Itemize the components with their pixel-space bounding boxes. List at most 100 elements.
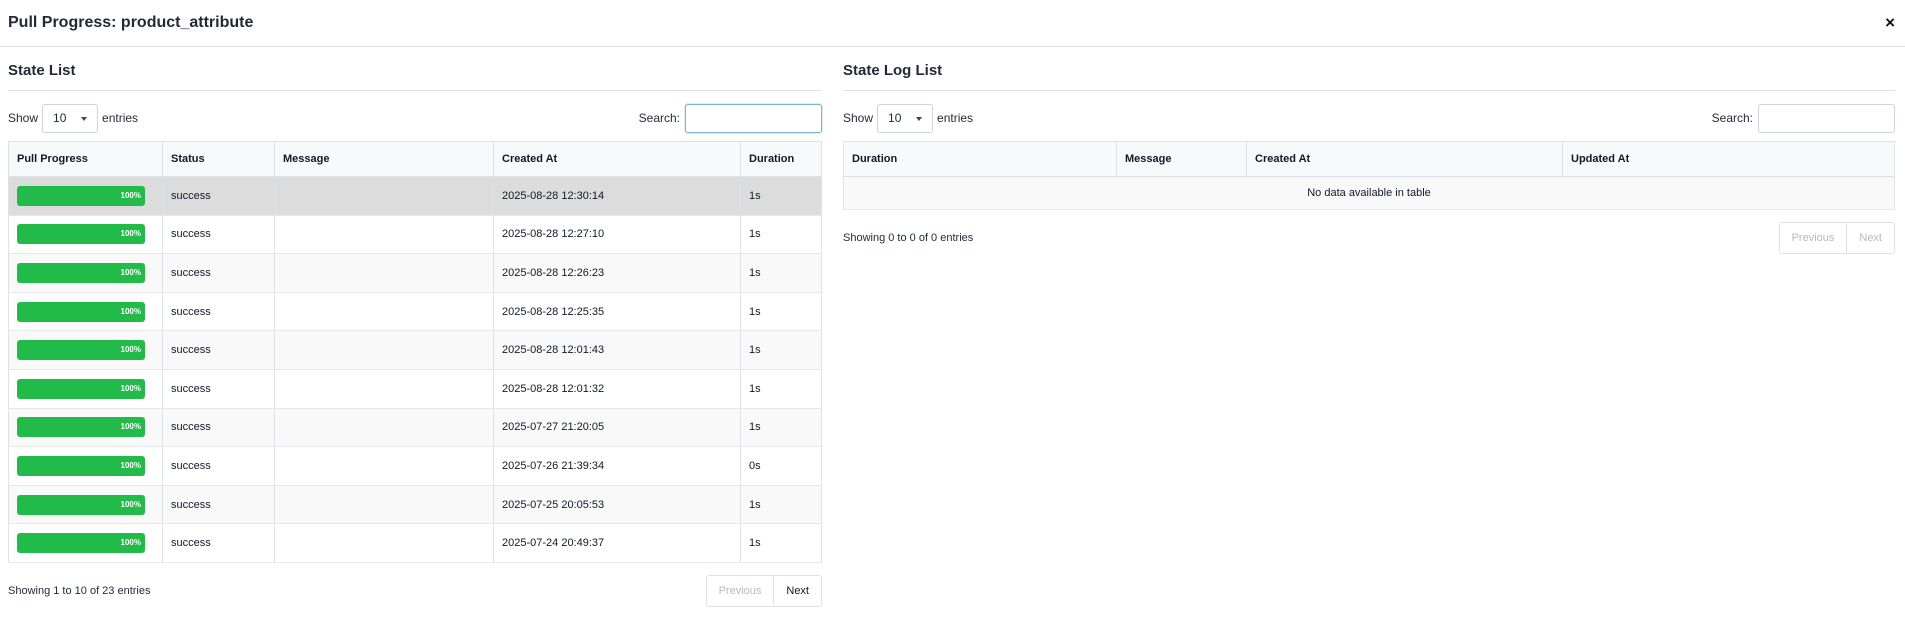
- table-row: No data available in table: [843, 176, 1895, 210]
- created-at-cell: 2025-08-28 12:01:43: [493, 330, 741, 370]
- message-cell: [274, 215, 494, 255]
- progress-bar-fill: 100%: [17, 262, 145, 283]
- duration-cell: 1s: [740, 330, 822, 370]
- divider: [8, 90, 822, 91]
- progress-bar-fill: 100%: [17, 494, 145, 515]
- previous-button[interactable]: Previous: [707, 576, 774, 606]
- status-cell: success: [162, 176, 275, 216]
- pull-progress-cell: 100%: [8, 369, 163, 409]
- next-button[interactable]: Next: [1846, 223, 1894, 253]
- state-log-list-title: State Log List: [843, 62, 943, 79]
- status-cell: success: [162, 292, 275, 332]
- state-list-panel: State List Show 10 entries Search: Pull …: [8, 47, 822, 607]
- pull-progress-cell: 100%: [8, 292, 163, 332]
- pagination: Previous Next: [1778, 222, 1895, 254]
- pull-progress-cell: 100%: [8, 330, 163, 370]
- status-cell: success: [162, 446, 275, 486]
- progress-bar: 100%: [17, 185, 145, 206]
- pull-progress-cell: 100%: [8, 215, 163, 255]
- entries-label: entries: [102, 111, 139, 125]
- column-header-updated-at[interactable]: Updated At: [1562, 141, 1895, 177]
- duration-cell: 1s: [740, 253, 822, 293]
- previous-button[interactable]: Previous: [1780, 223, 1847, 253]
- progress-bar-fill: 100%: [17, 417, 145, 438]
- state-list-table: Pull Progress Status Message Created At …: [8, 141, 822, 563]
- empty-table-message: No data available in table: [843, 176, 1895, 210]
- table-header-row: Pull Progress Status Message Created At …: [8, 141, 822, 177]
- column-header-created-at[interactable]: Created At: [493, 141, 741, 177]
- table-row[interactable]: 100% success 2025-07-27 21:20:05 1s: [8, 408, 822, 448]
- state-log-list-table: Duration Message Created At Updated At N…: [843, 141, 1895, 210]
- created-at-cell: 2025-08-28 12:26:23: [493, 253, 741, 293]
- column-header-status[interactable]: Status: [162, 141, 275, 177]
- length-control: Show 10 entries: [8, 103, 138, 133]
- status-cell: success: [162, 215, 275, 255]
- page-length-value: 10: [888, 110, 902, 125]
- state-log-list-footer: Showing 0 to 0 of 0 entries Previous Nex…: [843, 222, 1895, 254]
- status-cell: success: [162, 330, 275, 370]
- modal-header: Pull Progress: product_attribute ×: [0, 0, 1905, 47]
- column-header-pull-progress[interactable]: Pull Progress: [8, 141, 163, 177]
- message-cell: [274, 369, 494, 409]
- created-at-cell: 2025-07-27 21:20:05: [493, 408, 741, 448]
- column-header-duration[interactable]: Duration: [843, 141, 1117, 177]
- pull-progress-cell: 100%: [8, 446, 163, 486]
- table-row[interactable]: 100% success 2025-08-28 12:27:10 1s: [8, 215, 822, 255]
- message-cell: [274, 408, 494, 448]
- table-row[interactable]: 100% success 2025-07-26 21:39:34 0s: [8, 446, 822, 486]
- table-row[interactable]: 100% success 2025-08-28 12:30:14 1s: [8, 176, 822, 216]
- created-at-cell: 2025-08-28 12:30:14: [493, 176, 741, 216]
- message-cell: [274, 485, 494, 525]
- column-header-created-at[interactable]: Created At: [1246, 141, 1563, 177]
- search-control: Search:: [639, 103, 822, 133]
- table-row[interactable]: 100% success 2025-07-24 20:49:37 1s: [8, 523, 822, 563]
- table-row[interactable]: 100% success 2025-08-28 12:01:32 1s: [8, 369, 822, 409]
- table-header-row: Duration Message Created At Updated At: [843, 141, 1895, 177]
- table-info: Showing 1 to 10 of 23 entries: [8, 584, 151, 597]
- message-cell: [274, 446, 494, 486]
- progress-bar-fill: 100%: [17, 185, 145, 206]
- duration-cell: 1s: [740, 523, 822, 563]
- table-row[interactable]: 100% success 2025-07-25 20:05:53 1s: [8, 485, 822, 525]
- created-at-cell: 2025-08-28 12:01:32: [493, 369, 741, 409]
- column-header-message[interactable]: Message: [274, 141, 494, 177]
- close-icon[interactable]: ×: [1885, 13, 1895, 33]
- progress-bar: 100%: [17, 224, 145, 245]
- search-label: Search:: [1711, 111, 1753, 125]
- modal-title: Pull Progress: product_attribute: [8, 14, 254, 31]
- created-at-cell: 2025-08-28 12:25:35: [493, 292, 741, 332]
- status-cell: success: [162, 523, 275, 563]
- column-header-message[interactable]: Message: [1116, 141, 1247, 177]
- progress-bar: 100%: [17, 262, 145, 283]
- message-cell: [274, 523, 494, 563]
- column-header-duration[interactable]: Duration: [740, 141, 822, 177]
- search-input[interactable]: [685, 103, 822, 133]
- state-log-list-controls: Show 10 entries Search:: [843, 103, 1895, 133]
- divider: [843, 90, 1895, 91]
- message-cell: [274, 253, 494, 293]
- search-control: Search:: [1712, 103, 1895, 133]
- duration-cell: 1s: [740, 292, 822, 332]
- progress-bar: 100%: [17, 301, 145, 322]
- state-list-controls: Show 10 entries Search:: [8, 103, 822, 133]
- progress-bar-fill: 100%: [17, 340, 145, 361]
- page-length-select[interactable]: 10: [42, 103, 99, 133]
- table-info: Showing 0 to 0 of 0 entries: [843, 232, 974, 244]
- duration-cell: 1s: [740, 176, 822, 216]
- status-cell: success: [162, 408, 275, 448]
- page-length-select[interactable]: 10: [877, 103, 934, 133]
- table-row[interactable]: 100% success 2025-08-28 12:25:35 1s: [8, 292, 822, 332]
- table-row[interactable]: 100% success 2025-08-28 12:01:43 1s: [8, 330, 822, 370]
- table-row[interactable]: 100% success 2025-08-28 12:26:23 1s: [8, 253, 822, 293]
- progress-bar: 100%: [17, 340, 145, 361]
- state-list-title: State List: [8, 62, 76, 79]
- pull-progress-cell: 100%: [8, 253, 163, 293]
- message-cell: [274, 292, 494, 332]
- created-at-cell: 2025-07-25 20:05:53: [493, 485, 741, 525]
- search-input[interactable]: [1758, 103, 1895, 133]
- duration-cell: 1s: [740, 215, 822, 255]
- next-button[interactable]: Next: [773, 575, 821, 606]
- duration-cell: 1s: [740, 485, 822, 525]
- state-log-list-panel: State Log List Show 10 entries Search: D…: [843, 47, 1895, 254]
- progress-bar-fill: 100%: [17, 378, 145, 399]
